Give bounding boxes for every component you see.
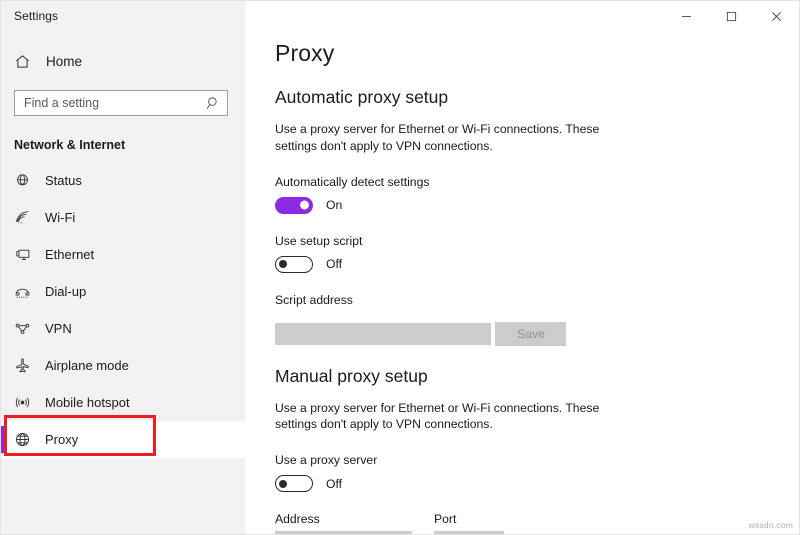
port-field-group: Port	[434, 512, 504, 534]
sidebar-item-status[interactable]: Status	[1, 162, 245, 199]
sidebar-item-vpn[interactable]: VPN	[1, 310, 245, 347]
sidebar-item-proxy[interactable]: Proxy	[1, 421, 245, 458]
settings-window: Settings Home Network & Internet	[0, 0, 800, 535]
sidebar-home-label: Home	[46, 54, 82, 69]
automatic-proxy-description: Use a proxy server for Ethernet or Wi-Fi…	[275, 121, 605, 155]
sidebar-item-label: VPN	[45, 321, 72, 336]
sidebar-item-wifi[interactable]: Wi-Fi	[1, 199, 245, 236]
automatic-proxy-setup-heading: Automatic proxy setup	[275, 87, 799, 108]
sidebar-item-label: Proxy	[45, 432, 78, 447]
close-button[interactable]	[754, 1, 799, 31]
sidebar-item-mobile-hotspot[interactable]: Mobile hotspot	[1, 384, 245, 421]
main-content-panel: Proxy Automatic proxy setup Use a proxy …	[245, 1, 799, 534]
save-button[interactable]: Save	[495, 322, 566, 346]
sidebar-item-dialup[interactable]: Dial-up	[1, 273, 245, 310]
toggle-knob	[300, 201, 309, 210]
use-proxy-server-toggle-row: Off	[275, 475, 799, 492]
search-box[interactable]	[14, 90, 228, 116]
sidebar-item-label: Dial-up	[45, 284, 86, 299]
use-proxy-server-toggle[interactable]	[275, 475, 313, 492]
auto-detect-state: On	[326, 198, 342, 212]
address-label: Address	[275, 512, 412, 526]
address-input[interactable]	[275, 531, 412, 534]
hotspot-signal-icon	[14, 394, 38, 411]
script-address-input[interactable]	[275, 323, 491, 345]
dialup-phone-icon	[14, 283, 38, 300]
watermark: wsxdn.com	[749, 520, 793, 530]
setup-script-state: Off	[326, 257, 342, 271]
setup-script-toggle-row: Off	[275, 256, 799, 273]
window-titlebar-left: Settings	[1, 1, 245, 31]
sidebar-nav-list: Status Wi-Fi Ethernet	[1, 162, 245, 458]
sidebar-item-label: Wi-Fi	[45, 210, 75, 225]
manual-proxy-setup-heading: Manual proxy setup	[275, 366, 799, 387]
globe-proxy-icon	[14, 431, 38, 448]
ethernet-icon	[14, 246, 38, 263]
address-field-group: Address	[275, 512, 412, 534]
sidebar-item-ethernet[interactable]: Ethernet	[1, 236, 245, 273]
manual-proxy-description: Use a proxy server for Ethernet or Wi-Fi…	[275, 400, 605, 434]
home-icon	[14, 53, 40, 70]
vpn-nodes-icon	[14, 320, 38, 337]
minimize-button[interactable]	[664, 1, 709, 31]
page-title: Proxy	[275, 40, 799, 67]
proxy-settings-content: Proxy Automatic proxy setup Use a proxy …	[245, 31, 799, 534]
window-title: Settings	[14, 9, 58, 23]
airplane-icon	[14, 357, 38, 374]
search-input[interactable]	[24, 96, 206, 110]
port-input[interactable]	[434, 531, 504, 534]
setup-script-label: Use setup script	[275, 234, 799, 248]
sidebar-section-title: Network & Internet	[1, 138, 245, 152]
maximize-button[interactable]	[709, 1, 754, 31]
wifi-icon	[14, 209, 38, 226]
auto-detect-toggle[interactable]	[275, 197, 313, 214]
globe-status-icon	[14, 172, 38, 189]
auto-detect-toggle-row: On	[275, 197, 799, 214]
search-icon[interactable]	[206, 96, 221, 111]
toggle-knob	[279, 480, 287, 488]
use-proxy-server-label: Use a proxy server	[275, 453, 799, 467]
sidebar-item-label: Ethernet	[45, 247, 94, 262]
address-port-row: Address Port	[275, 512, 799, 534]
script-address-label: Script address	[275, 293, 799, 307]
setup-script-toggle[interactable]	[275, 256, 313, 273]
port-label: Port	[434, 512, 504, 526]
window-titlebar-right	[245, 1, 799, 31]
sidebar-item-label: Mobile hotspot	[45, 395, 130, 410]
sidebar-item-airplane-mode[interactable]: Airplane mode	[1, 347, 245, 384]
sidebar: Settings Home Network & Internet	[1, 1, 245, 534]
sidebar-item-home[interactable]: Home	[1, 42, 245, 80]
use-proxy-server-state: Off	[326, 477, 342, 491]
toggle-knob	[279, 260, 287, 268]
sidebar-item-label: Status	[45, 173, 82, 188]
sidebar-item-label: Airplane mode	[45, 358, 129, 373]
auto-detect-label: Automatically detect settings	[275, 175, 799, 189]
